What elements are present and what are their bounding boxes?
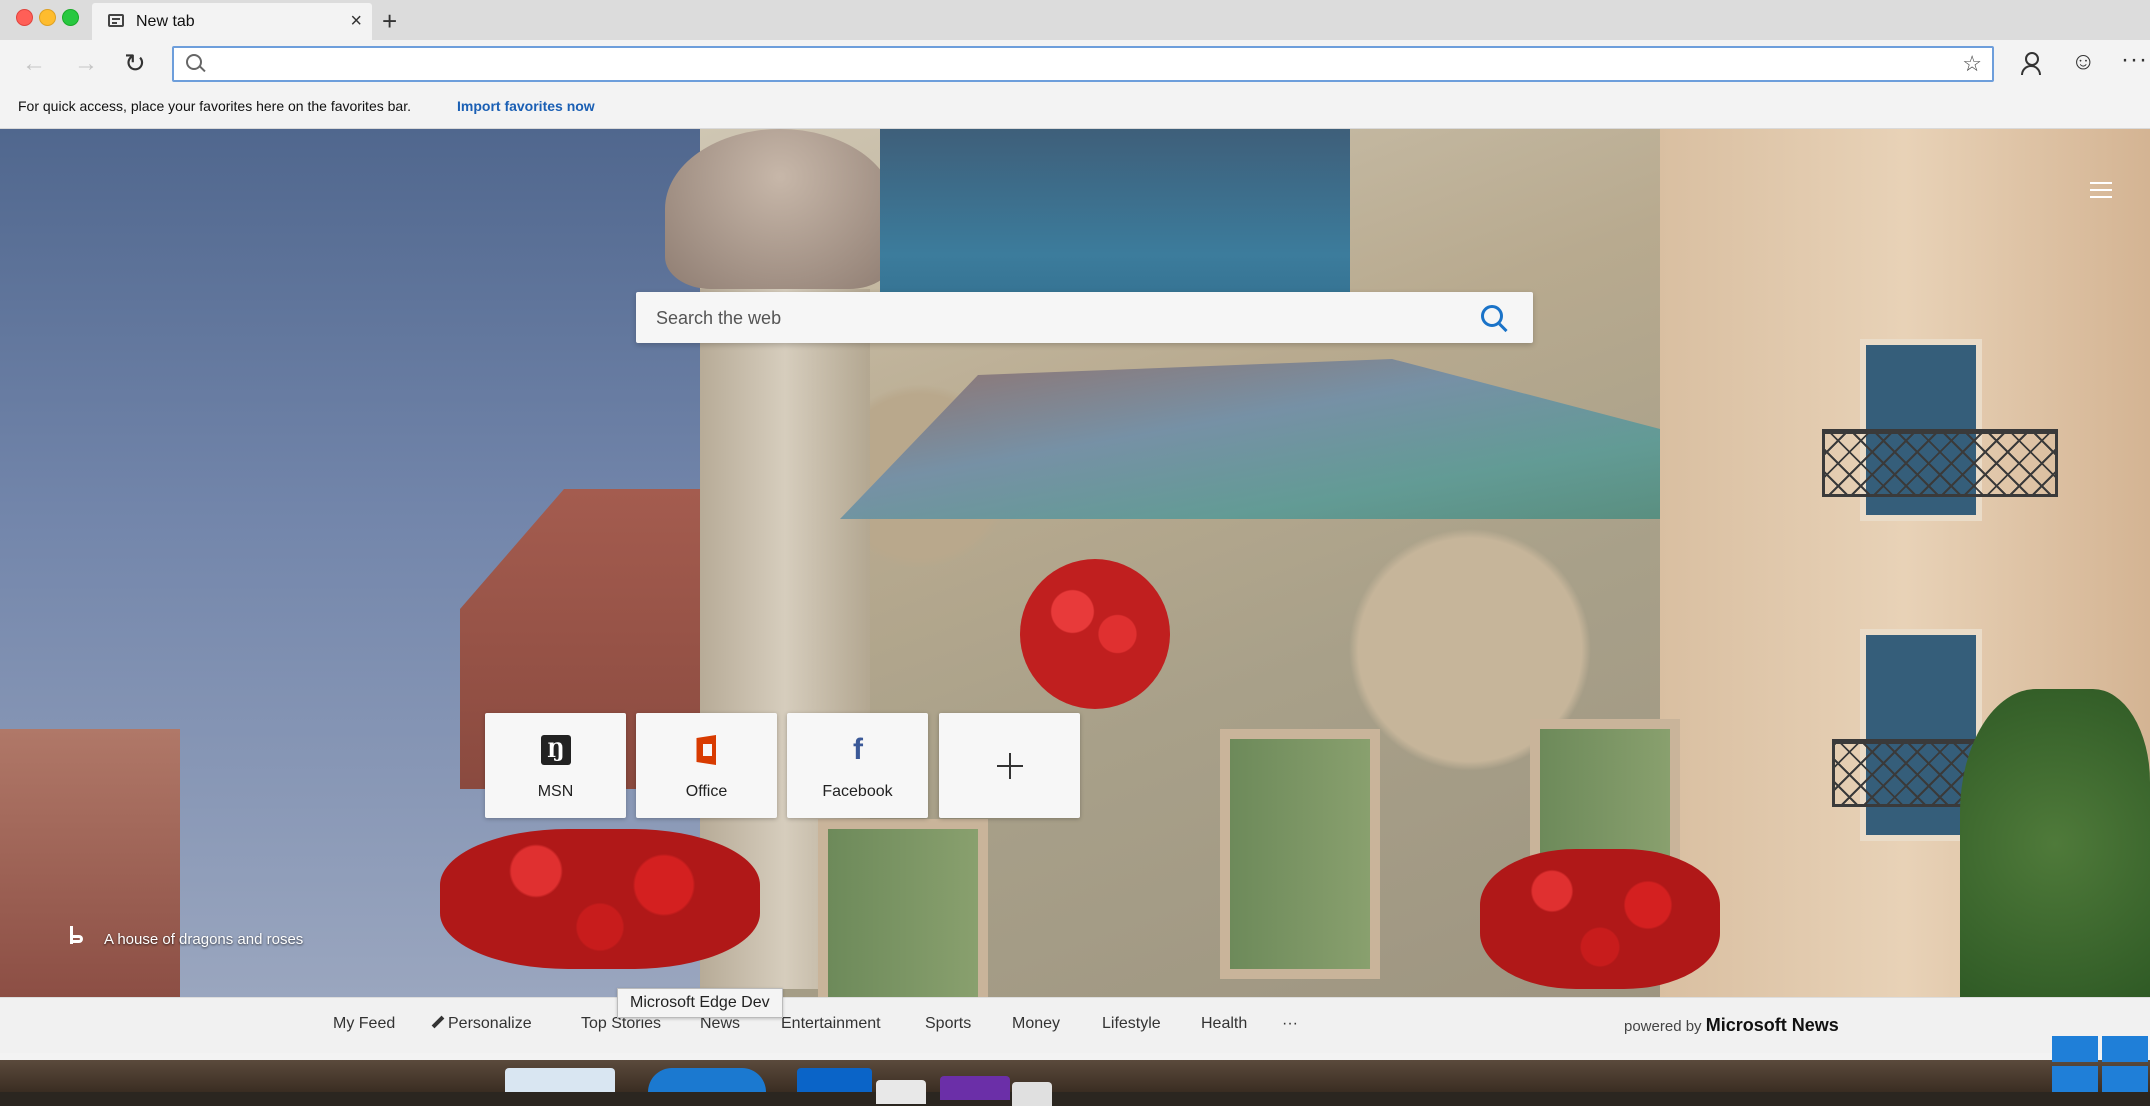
edge-dock-icon[interactable] [648,1068,766,1092]
favorites-bar-message: For quick access, place your favorites h… [18,98,411,114]
dock-app-icon[interactable] [1012,1082,1052,1106]
tile-label: Office [685,783,728,800]
rose-planter [440,829,760,969]
office-icon [696,735,716,765]
news-tab-entertainment[interactable]: Entertainment [781,1015,881,1033]
back-arrow-icon[interactable]: ← [22,50,46,78]
news-tab-money[interactable]: Money [1012,1015,1060,1033]
address-toolbar: ← → ↻ ☆ ☺ ··· [0,40,2150,90]
news-tab-my-feed[interactable]: My Feed [333,1015,395,1033]
dock-app-icon[interactable] [876,1080,926,1104]
facebook-icon: f [853,733,863,766]
windows-logo-icon [2050,1036,2150,1092]
new-tab-button[interactable]: + [382,6,397,37]
bing-logo-icon[interactable] [70,926,84,946]
feedback-smiley-icon[interactable]: ☺ [2071,48,2096,76]
tree [1960,689,2150,997]
zoom-window-button[interactable] [62,9,79,26]
news-bar: My Feed Personalize Top Stories News Ent… [0,997,2150,1053]
left-tiled-structure [0,729,180,997]
add-site-tile[interactable] [939,713,1080,818]
tab-close-icon[interactable]: × [350,10,362,33]
import-favorites-link[interactable]: Import favorites now [457,98,595,114]
top-site-tile-msn[interactable]: Ŋ MSN [485,713,626,818]
title-bar: New tab × + [0,0,2150,40]
top-site-tile-facebook[interactable]: f Facebook [787,713,928,818]
dock-app-icon[interactable] [797,1068,872,1092]
more-options-icon[interactable]: ··· [2121,46,2148,74]
tooltip: Microsoft Edge Dev [617,988,783,1018]
search-icon [186,54,202,70]
profile-icon[interactable] [2017,50,2043,76]
tile-label: MSN [537,783,574,800]
news-more-icon[interactable]: ··· [1282,1015,1298,1033]
favorites-bar: For quick access, place your favorites h… [0,90,2150,129]
background-image [0,129,2150,997]
favorite-star-icon[interactable]: ☆ [1962,51,1982,77]
search-icon[interactable] [1481,305,1503,327]
pencil-icon [431,1015,445,1029]
address-bar[interactable]: ☆ [172,46,1994,82]
personalize-label: Personalize [448,1015,532,1032]
page-settings-menu-icon[interactable] [2090,182,2112,200]
rose-balcony [1020,559,1170,709]
news-tab-personalize[interactable]: Personalize [431,1015,532,1033]
browser-window: New tab × + ← → ↻ ☆ ☺ ··· For quick acce… [0,0,2150,1060]
forward-arrow-icon[interactable]: → [74,50,98,78]
refresh-icon[interactable]: ↻ [124,48,146,79]
msn-icon: Ŋ [541,735,571,765]
news-tab-sports[interactable]: Sports [925,1015,971,1033]
balcony [1822,429,2058,497]
minimize-window-button[interactable] [39,9,56,26]
dome [665,129,895,289]
microsoft-news-brand[interactable]: Microsoft News [1706,1015,1839,1035]
news-tab-lifestyle[interactable]: Lifestyle [1102,1015,1161,1033]
address-input[interactable] [214,48,1918,82]
close-window-button[interactable] [16,9,33,26]
dock-app-icon[interactable] [505,1068,615,1092]
green-shutter-window [1220,729,1380,979]
web-search-box[interactable] [636,292,1533,345]
tab-title: New tab [136,13,195,30]
tab-page-icon [108,14,124,27]
rose-planter [1480,849,1720,989]
dock [0,1060,2150,1106]
plus-icon [995,751,1025,781]
tile-label: Facebook [822,783,893,800]
web-search-input[interactable] [654,292,1458,345]
powered-by-text: powered by [1624,1018,1702,1035]
news-tab-health[interactable]: Health [1201,1015,1247,1033]
tab-new-tab[interactable]: New tab × [92,3,372,40]
top-site-tile-office[interactable]: Office [636,713,777,818]
dock-app-icon[interactable] [940,1076,1010,1100]
image-caption[interactable]: A house of dragons and roses [104,931,303,948]
green-shutter-window [818,819,988,997]
powered-by-label: powered by Microsoft News [1624,1015,1839,1036]
